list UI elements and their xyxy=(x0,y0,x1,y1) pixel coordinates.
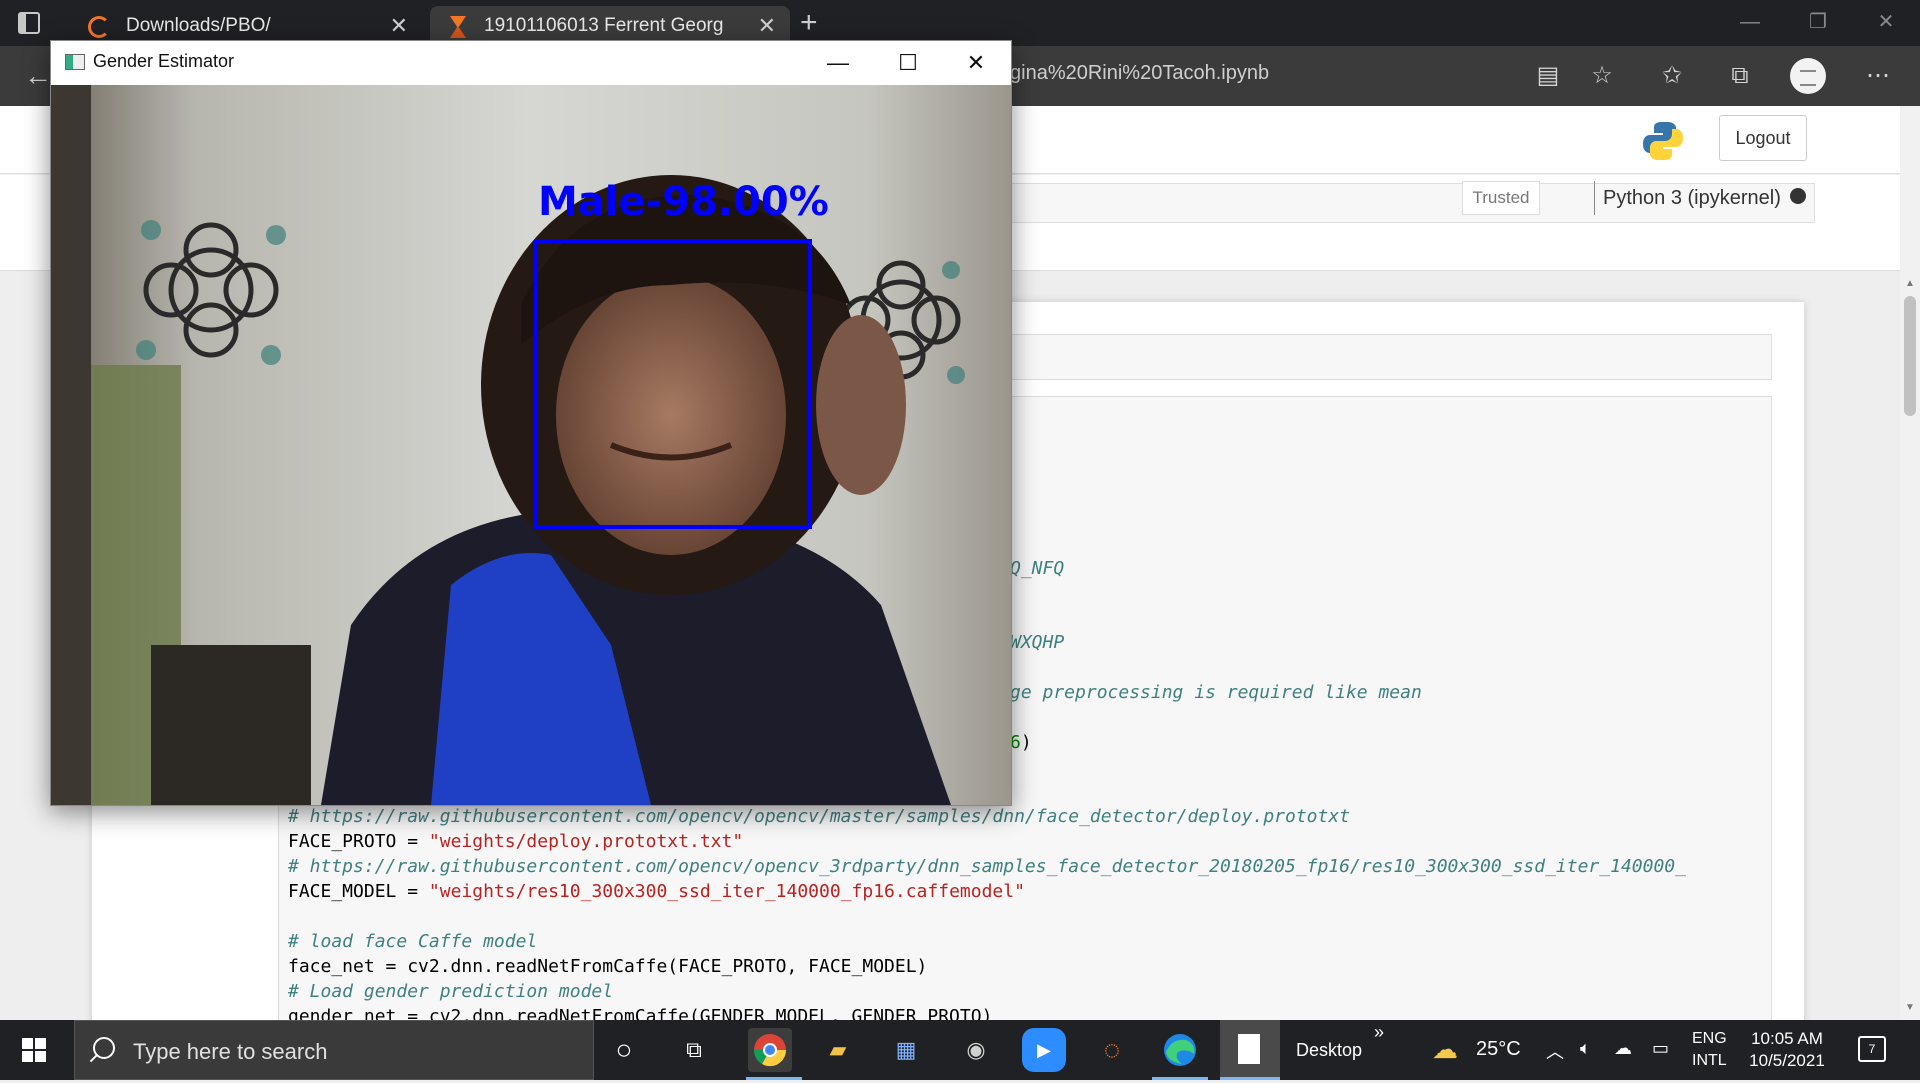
notification-center-icon[interactable]: 7 xyxy=(1858,1036,1886,1062)
scroll-up-icon[interactable]: ▲ xyxy=(1904,278,1916,289)
code-line: FACE_PROTO = "weights/deploy.prototxt.tx… xyxy=(288,831,743,852)
code-line: face_net = cv2.dnn.readNetFromCaffe(FACE… xyxy=(288,956,928,977)
new-tab-button[interactable]: + xyxy=(800,6,818,40)
page-scrollbar[interactable]: ▲ ▼ xyxy=(1900,106,1920,1020)
camera-icon[interactable]: ◉ xyxy=(954,1028,998,1072)
code-line: ge preprocessing is required like mean xyxy=(1010,682,1422,703)
code-line: # Load gender prediction model xyxy=(288,981,614,1002)
webcam-frame: Male-98.00% xyxy=(51,85,1011,805)
jupyter-icon xyxy=(88,16,110,38)
python-logo-icon xyxy=(1643,122,1683,160)
code-line: # load face Caffe model xyxy=(288,931,538,952)
battery-icon[interactable]: ▭ xyxy=(1652,1038,1669,1059)
kernel-indicator[interactable]: Python 3 (ipykernel) xyxy=(1594,181,1781,215)
taskbar-search[interactable]: Type here to search xyxy=(74,1020,594,1080)
code-string: "weights/deploy.prototxt.txt" xyxy=(428,831,744,852)
code-line: Q_NFQ xyxy=(1010,558,1065,579)
weather-icon[interactable]: ☁ xyxy=(1432,1034,1458,1065)
store-icon[interactable]: ▦ xyxy=(884,1028,928,1072)
maximize-button[interactable]: ☐ xyxy=(873,41,943,85)
code-line: WXQHP xyxy=(1010,632,1065,653)
code-line: gender_net = cv2.dnn.readNetFromCaffe(GE… xyxy=(288,1006,993,1020)
clock-date: 10/5/2021 xyxy=(1749,1051,1825,1070)
webcam-image: Male-98.00% xyxy=(51,85,1011,805)
search-placeholder: Type here to search xyxy=(133,1039,328,1064)
tray-overflow-icon[interactable]: ︿ xyxy=(1546,1038,1564,1064)
gender-estimator-window[interactable]: Gender Estimator — ☐ ✕ Male-98.00% xyxy=(50,40,1012,806)
scroll-thumb[interactable] xyxy=(1904,296,1916,416)
temperature-label[interactable]: 25°C xyxy=(1476,1038,1521,1061)
minimize-button[interactable]: — xyxy=(1716,0,1784,46)
network-icon[interactable]: ☁ xyxy=(1614,1038,1632,1059)
volume-icon[interactable]: 🔈︎ xyxy=(1580,1038,1591,1059)
desktop-toolbar-label[interactable]: Desktop xyxy=(1296,1040,1362,1061)
gender-label: Male-98.00% xyxy=(538,179,829,225)
file-explorer-icon[interactable]: ▰ xyxy=(816,1028,860,1072)
clock[interactable]: 10:05 AM 10/5/2021 xyxy=(1746,1028,1828,1072)
code-string: "weights/res10_300x300_ssd_iter_140000_f… xyxy=(428,881,1025,902)
url-field[interactable]: gina%20Rini%20Tacoh.ipynb xyxy=(1010,62,1269,85)
close-button[interactable]: ✕ xyxy=(1852,0,1920,46)
immersive-reader-icon[interactable]: ▤ xyxy=(1532,60,1564,92)
language-code: ENG xyxy=(1692,1030,1727,1047)
hourglass-icon xyxy=(450,16,466,38)
cortana-icon[interactable]: ○ xyxy=(602,1028,646,1072)
code-line: FACE_MODEL = "weights/res10_300x300_ssd_… xyxy=(288,881,1025,902)
code-line: # https://raw.githubusercontent.com/open… xyxy=(288,856,1686,877)
edge-icon[interactable] xyxy=(1158,1028,1202,1072)
chrome-icon[interactable] xyxy=(748,1028,792,1072)
browser-window-controls: — ❐ ✕ xyxy=(1716,0,1920,46)
logout-button[interactable]: Logout xyxy=(1719,115,1807,161)
minimize-button[interactable]: — xyxy=(803,41,873,85)
task-view-icon[interactable]: ⧉ xyxy=(672,1028,716,1072)
profile-avatar[interactable] xyxy=(1790,58,1826,94)
jupyter-taskbar-icon[interactable]: ◌ xyxy=(1090,1028,1134,1072)
code-line: # https://raw.githubusercontent.com/open… xyxy=(288,806,1351,827)
window-title-bar[interactable]: Gender Estimator — ☐ ✕ xyxy=(51,41,1011,85)
code-text: ) xyxy=(1020,732,1032,753)
notebook-cell[interactable] xyxy=(1010,334,1772,380)
chevron-icon[interactable]: » xyxy=(1374,1022,1384,1043)
code-text: FACE_PROTO = xyxy=(288,831,429,852)
add-favorite-icon[interactable]: ☆ xyxy=(1586,60,1618,92)
language-indicator[interactable]: ENG INTL xyxy=(1692,1028,1727,1072)
zoom-icon[interactable]: ▶ xyxy=(1022,1028,1066,1072)
close-button[interactable]: ✕ xyxy=(941,41,1011,85)
code-line: 6) xyxy=(1010,732,1032,753)
scroll-down-icon[interactable]: ▼ xyxy=(1904,1002,1916,1013)
notepad-icon[interactable] xyxy=(1220,1020,1280,1080)
windows-taskbar: Type here to search ○ ⧉ ▰ ▦ ◉ ▶ ◌ Deskto… xyxy=(0,1020,1920,1080)
trusted-badge[interactable]: Trusted xyxy=(1462,181,1540,215)
window-title: Gender Estimator xyxy=(93,51,235,71)
tab-actions-icon[interactable] xyxy=(18,12,40,34)
kernel-status-icon xyxy=(1790,188,1806,204)
windows-start-icon[interactable] xyxy=(22,1038,46,1062)
collections-icon[interactable]: ⧉ xyxy=(1724,60,1756,92)
search-icon xyxy=(93,1037,115,1059)
keyboard-layout: INTL xyxy=(1692,1052,1727,1069)
more-options-icon[interactable]: ⋯ xyxy=(1862,60,1894,92)
favorites-icon[interactable]: ✩ xyxy=(1656,60,1688,92)
back-arrow-icon[interactable]: ← xyxy=(24,60,52,92)
clock-time: 10:05 AM xyxy=(1751,1029,1823,1048)
app-icon xyxy=(65,54,85,70)
maximize-button[interactable]: ❐ xyxy=(1784,0,1852,46)
code-text: FACE_MODEL = xyxy=(288,881,429,902)
